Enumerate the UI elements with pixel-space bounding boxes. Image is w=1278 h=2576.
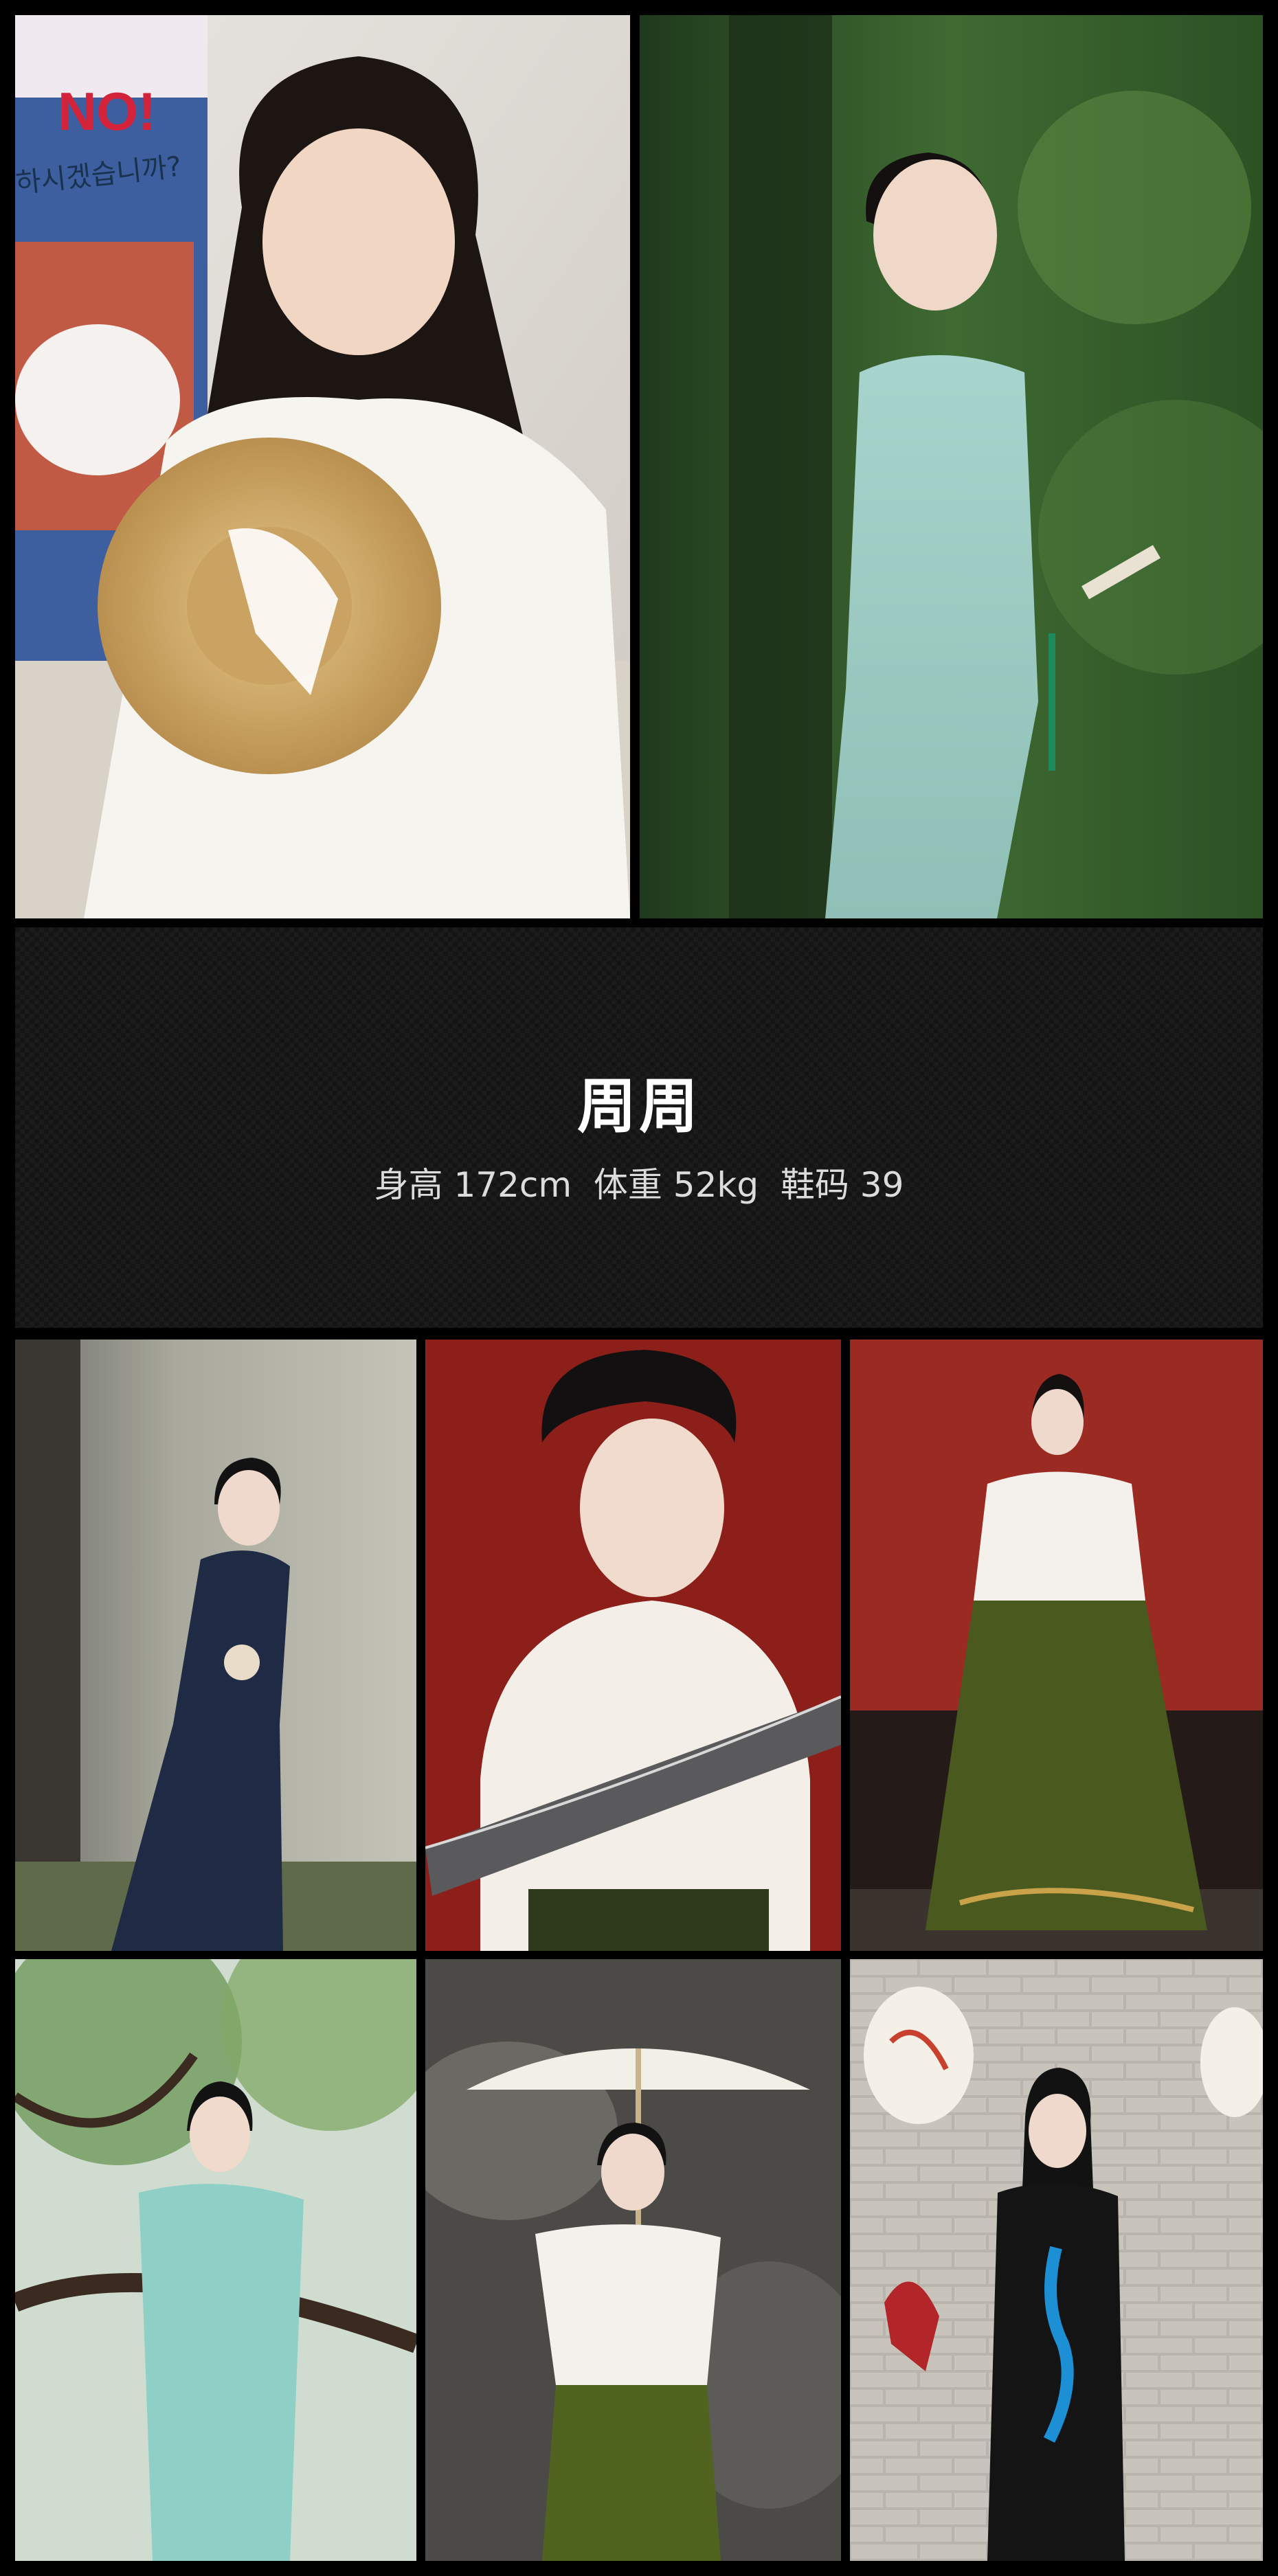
photo-1-image-icon <box>15 15 630 918</box>
photo-navy-qipao-wall[interactable] <box>15 1340 416 1951</box>
photo-black-dress-brick-wall[interactable] <box>850 1959 1263 2561</box>
photo-3-image-icon <box>15 1340 416 1951</box>
photo-white-shirt-straw-hat[interactable]: NO! 하시겠습니까? <box>15 15 630 918</box>
photo-8-image-icon <box>850 1959 1263 2561</box>
poster-text-no: NO! <box>58 81 156 142</box>
photo-6-image-icon <box>15 1959 416 2561</box>
photo-green-skirt-red-wall[interactable] <box>850 1340 1263 1951</box>
photo-4-image-icon <box>425 1340 841 1951</box>
model-stats: 身高 172cm 体重 52kg 鞋码 39 <box>374 1165 904 1205</box>
photo-mint-qipao-tree[interactable] <box>15 1959 416 2561</box>
photo-fan-red-wall[interactable] <box>425 1340 841 1951</box>
photo-7-image-icon <box>425 1959 841 2561</box>
photo-2-image-icon <box>640 15 1263 918</box>
model-name: 周周 <box>577 1072 701 1141</box>
photo-parasol-rock[interactable] <box>425 1959 841 2561</box>
photo-5-image-icon <box>850 1340 1263 1951</box>
profile-info-band: 周周 身高 172cm 体重 52kg 鞋码 39 <box>15 927 1263 1328</box>
photo-mint-qipao-forest[interactable] <box>640 15 1263 918</box>
